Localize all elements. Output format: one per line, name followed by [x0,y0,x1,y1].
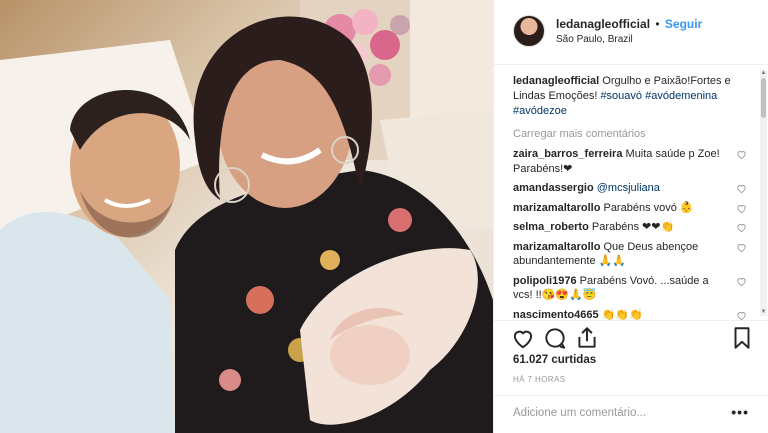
comment-input[interactable]: Adicione um comentário... [513,407,646,419]
post-side-panel: ledanagleofficial • Seguir São Paulo, Br… [493,0,768,433]
scroll-down-icon[interactable]: ▼ [760,309,767,316]
comment-username[interactable]: polipoli1976 [513,275,577,287]
comment-username[interactable]: zaira_barros_ferreira [513,148,622,160]
post-timestamp: HÁ 7 HORAS [513,375,566,384]
mention-link[interactable]: @mcsjuliana [597,182,660,194]
comment-username[interactable]: amandassergio [513,182,594,194]
comment-item: nascimento4665 👏👏👏 [513,308,749,321]
bookmark-icon[interactable] [729,325,755,351]
hashtag-link[interactable]: #avódemenina [645,90,717,102]
header-username[interactable]: ledanagleofficial [556,17,650,31]
heart-icon[interactable] [736,276,747,287]
comment-username[interactable]: marizamaltarollo [513,202,600,214]
heart-icon[interactable] [736,310,747,321]
add-comment-bar: Adicione um comentário... ••• [494,395,768,433]
hashtag-link[interactable]: #avódezoe [513,105,567,117]
header-user-line: ledanagleofficial • Seguir [556,17,702,31]
heart-icon[interactable] [736,222,747,233]
comment-item: amandassergio @mcsjuliana [513,181,749,196]
comments-list[interactable]: ledanagleofficial Orgulho e Paixão!Forte… [494,66,768,320]
load-more-comments-link[interactable]: Carregar mais comentários [513,128,749,140]
heart-icon[interactable] [736,183,747,194]
comment-item: marizamaltarollo Parabéns vovó 👶 [513,201,749,216]
post-header: ledanagleofficial • Seguir São Paulo, Br… [494,0,768,65]
heart-icon[interactable] [736,242,747,253]
likes-count[interactable]: 61.027 curtidas [513,354,596,366]
post-caption: ledanagleofficial Orgulho e Paixão!Forte… [513,74,749,119]
comment-username[interactable]: nascimento4665 [513,309,599,321]
comment-username[interactable]: selma_roberto [513,221,589,233]
comments-scrollbar[interactable]: ▲ ▼ [760,70,767,316]
scroll-up-icon[interactable]: ▲ [760,70,767,77]
post-photo[interactable] [0,0,493,433]
scroll-thumb[interactable] [761,78,766,118]
comment-item: polipoli1976 Parabéns Vovó. ...saúde a v… [513,274,749,303]
avatar[interactable] [513,15,545,47]
follow-button[interactable]: Seguir [665,17,702,31]
comment-text: Parabéns vovó 👶 [600,201,694,214]
comment-text: 👏👏👏 [598,308,643,321]
comment-item: selma_roberto Parabéns ❤❤👏 [513,220,749,235]
heart-icon[interactable] [736,203,747,214]
share-icon[interactable] [574,325,600,351]
family-photo-illustration [0,0,493,433]
heart-icon[interactable] [510,325,536,351]
location-link[interactable]: São Paulo, Brazil [556,34,633,45]
post-actions: 61.027 curtidas HÁ 7 HORAS [494,320,768,398]
comment-username[interactable]: marizamaltarollo [513,241,600,253]
heart-icon[interactable] [736,149,747,160]
comment-text: Parabéns ❤❤👏 [588,221,675,233]
header-separator: • [655,17,660,31]
hashtag-link[interactable]: #souavó [600,90,642,102]
caption-username[interactable]: ledanagleofficial [513,75,599,87]
comment-icon[interactable] [542,325,568,351]
comment-item: zaira_barros_ferreira Muita saúde p Zoe!… [513,147,749,176]
more-options-icon[interactable]: ••• [731,404,749,420]
comment-item: marizamaltarollo Que Deus abençoe abunda… [513,240,749,269]
